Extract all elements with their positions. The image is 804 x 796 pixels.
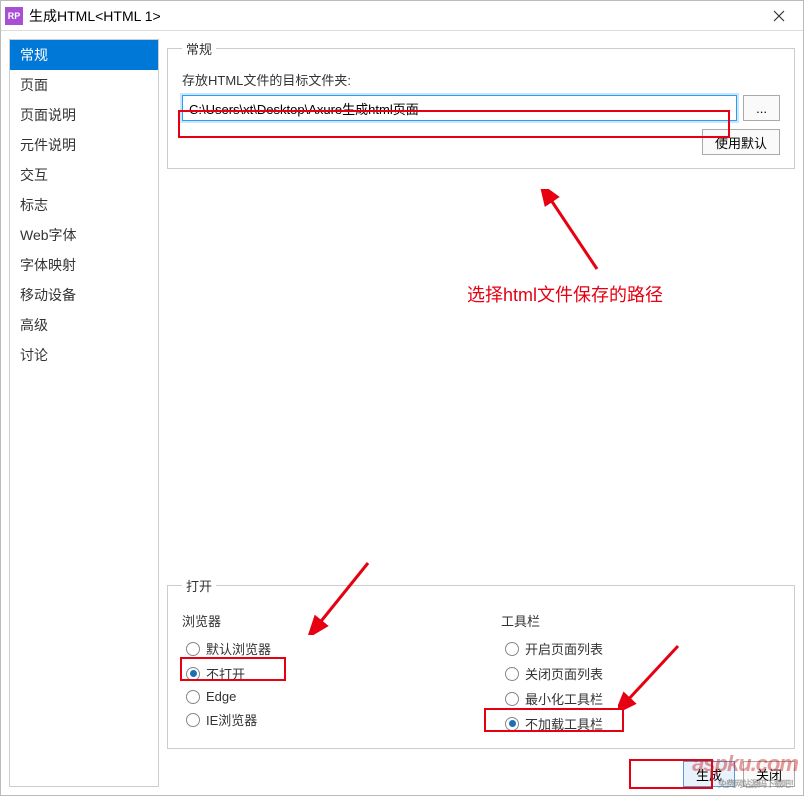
- path-input[interactable]: [182, 95, 737, 121]
- browser-option-label: IE浏览器: [206, 710, 257, 729]
- toolbar-option-label: 开启页面列表: [525, 639, 603, 658]
- browser-column-title: 浏览器: [182, 611, 461, 630]
- radio-icon: [505, 717, 519, 731]
- sidebar-item[interactable]: 页面说明: [10, 100, 158, 130]
- browser-option[interactable]: Edge: [182, 686, 461, 707]
- window-title: 生成HTML<HTML 1>: [29, 6, 759, 26]
- app-icon: RP: [5, 7, 23, 25]
- sidebar-item[interactable]: 标志: [10, 190, 158, 220]
- general-group-title: 常规: [182, 39, 216, 58]
- browser-option-label: 默认浏览器: [206, 639, 271, 658]
- browser-option-label: Edge: [206, 689, 236, 704]
- radio-icon: [505, 642, 519, 656]
- generate-button[interactable]: 生成: [683, 761, 735, 787]
- radio-icon: [505, 667, 519, 681]
- toolbar-option[interactable]: 不加载工具栏: [501, 711, 780, 736]
- sidebar-item[interactable]: 常规: [10, 40, 158, 70]
- sidebar-item[interactable]: Web字体: [10, 220, 158, 250]
- sidebar-item[interactable]: 元件说明: [10, 130, 158, 160]
- titlebar: RP 生成HTML<HTML 1>: [1, 1, 803, 31]
- use-default-button[interactable]: 使用默认: [702, 129, 780, 155]
- path-label: 存放HTML文件的目标文件夹:: [182, 70, 780, 89]
- sidebar-item[interactable]: 讨论: [10, 340, 158, 370]
- radio-icon: [186, 667, 200, 681]
- dialog-window: RP 生成HTML<HTML 1> 常规页面页面说明元件说明交互标志Web字体字…: [0, 0, 804, 796]
- browser-option[interactable]: 不打开: [182, 661, 461, 686]
- radio-icon: [186, 690, 200, 704]
- toolbar-column-title: 工具栏: [501, 611, 780, 630]
- close-button[interactable]: 关闭: [743, 761, 795, 787]
- sidebar: 常规页面页面说明元件说明交互标志Web字体字体映射移动设备高级讨论: [9, 39, 159, 787]
- open-group: 打开 浏览器 默认浏览器不打开 Edge IE浏览器 工具栏 开启页面列表关闭页面列…: [167, 576, 795, 749]
- sidebar-item[interactable]: 高级: [10, 310, 158, 340]
- toolbar-option[interactable]: 最小化工具栏: [501, 686, 780, 711]
- radio-icon: [505, 692, 519, 706]
- toolbar-option-label: 关闭页面列表: [525, 664, 603, 683]
- open-group-title: 打开: [182, 576, 216, 595]
- window-close-button[interactable]: [759, 1, 799, 31]
- main-panel: 常规 存放HTML文件的目标文件夹: ... 使用默认 选择html文件保存的路…: [167, 39, 795, 787]
- general-group: 常规 存放HTML文件的目标文件夹: ... 使用默认: [167, 39, 795, 169]
- toolbar-option[interactable]: 开启页面列表: [501, 636, 780, 661]
- sidebar-item[interactable]: 页面: [10, 70, 158, 100]
- toolbar-option-label: 最小化工具栏: [525, 689, 603, 708]
- radio-icon: [186, 642, 200, 656]
- toolbar-column: 工具栏 开启页面列表关闭页面列表最小化工具栏不加载工具栏: [501, 611, 780, 736]
- close-icon: [773, 10, 785, 22]
- browser-option[interactable]: 默认浏览器: [182, 636, 461, 661]
- dialog-body: 常规页面页面说明元件说明交互标志Web字体字体映射移动设备高级讨论 常规 存放H…: [1, 31, 803, 795]
- toolbar-option[interactable]: 关闭页面列表: [501, 661, 780, 686]
- sidebar-item[interactable]: 字体映射: [10, 250, 158, 280]
- annotation-text: 选择html文件保存的路径: [467, 281, 663, 307]
- browser-option-label: 不打开: [206, 664, 245, 683]
- toolbar-option-label: 不加载工具栏: [525, 714, 603, 733]
- radio-icon: [186, 713, 200, 727]
- sidebar-item[interactable]: 移动设备: [10, 280, 158, 310]
- browse-button[interactable]: ...: [743, 95, 780, 121]
- sidebar-item[interactable]: 交互: [10, 160, 158, 190]
- footer: 生成 关闭: [167, 757, 795, 787]
- browser-column: 浏览器 默认浏览器不打开 Edge IE浏览器: [182, 611, 461, 736]
- browser-option[interactable]: IE浏览器: [182, 707, 461, 732]
